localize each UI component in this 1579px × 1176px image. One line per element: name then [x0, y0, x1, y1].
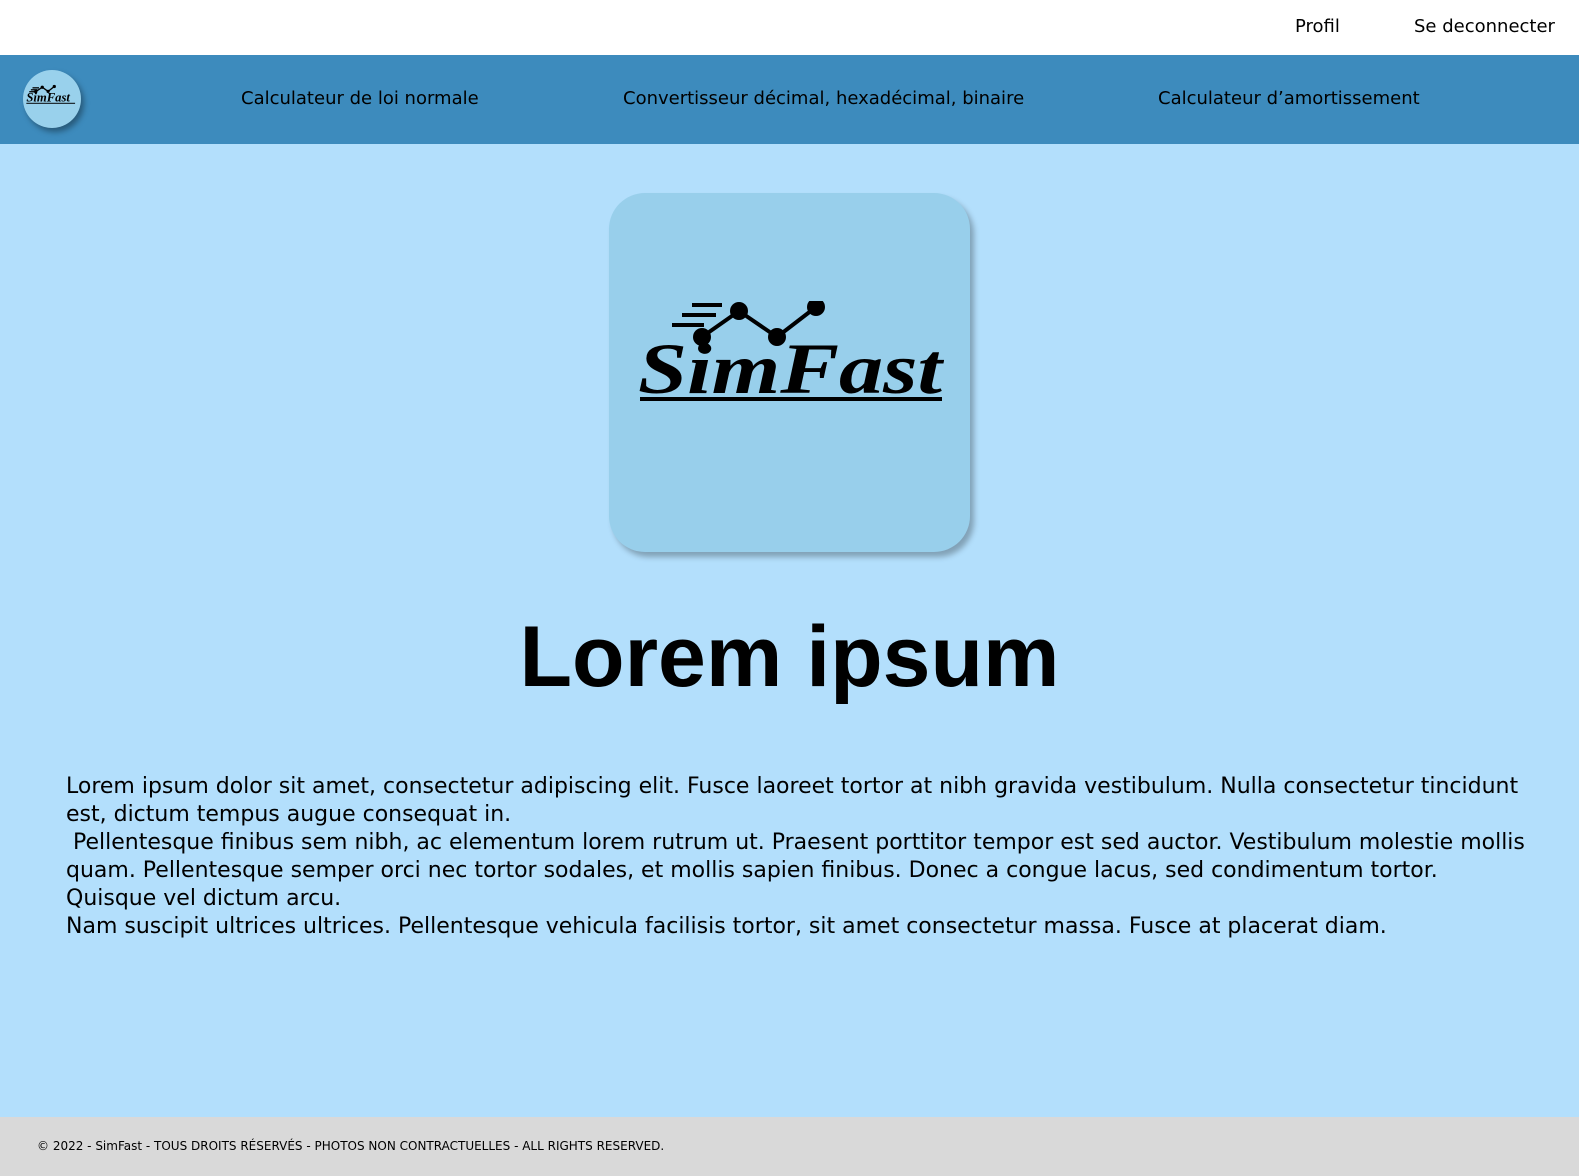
logout-link[interactable]: Se deconnecter	[1414, 16, 1555, 37]
nav-base-converter[interactable]: Convertisseur décimal, hexadécimal, bina…	[623, 88, 1024, 109]
paragraph: Lorem ipsum dolor sit amet, consectetur …	[66, 774, 1526, 827]
top-bar: Profil Se deconnecter	[0, 0, 1579, 55]
nav-amortization-calculator[interactable]: Calculateur d’amortissement	[1158, 88, 1420, 109]
paragraph: Nam suscipit ultrices ultrices. Pellente…	[66, 914, 1387, 939]
profile-link[interactable]: Profil	[1295, 16, 1340, 37]
svg-text:SimFast: SimFast	[26, 91, 70, 105]
paragraph: Pellentesque finibus sem nibh, ac elemen…	[66, 830, 1532, 911]
page-title: Lorem ipsum	[519, 609, 1060, 705]
footer: © 2022 - SimFast - TOUS DROITS RÉSERVÉS …	[0, 1117, 1579, 1176]
main-navigation: SimFast Calculateur de loi normale Conve…	[0, 55, 1579, 144]
simfast-logo-icon: SimFast	[638, 301, 944, 407]
copyright-text: © 2022 - SimFast - TOUS DROITS RÉSERVÉS …	[37, 1139, 665, 1153]
nav-normal-distribution[interactable]: Calculateur de loi normale	[241, 88, 479, 109]
svg-text:SimFast: SimFast	[638, 329, 944, 407]
hero-logo-card: SimFast	[609, 193, 970, 552]
content-text: Lorem ipsum dolor sit amet, consectetur …	[66, 773, 1526, 941]
simfast-logo-icon: SimFast	[26, 84, 76, 105]
home-logo-button[interactable]: SimFast	[23, 70, 81, 128]
